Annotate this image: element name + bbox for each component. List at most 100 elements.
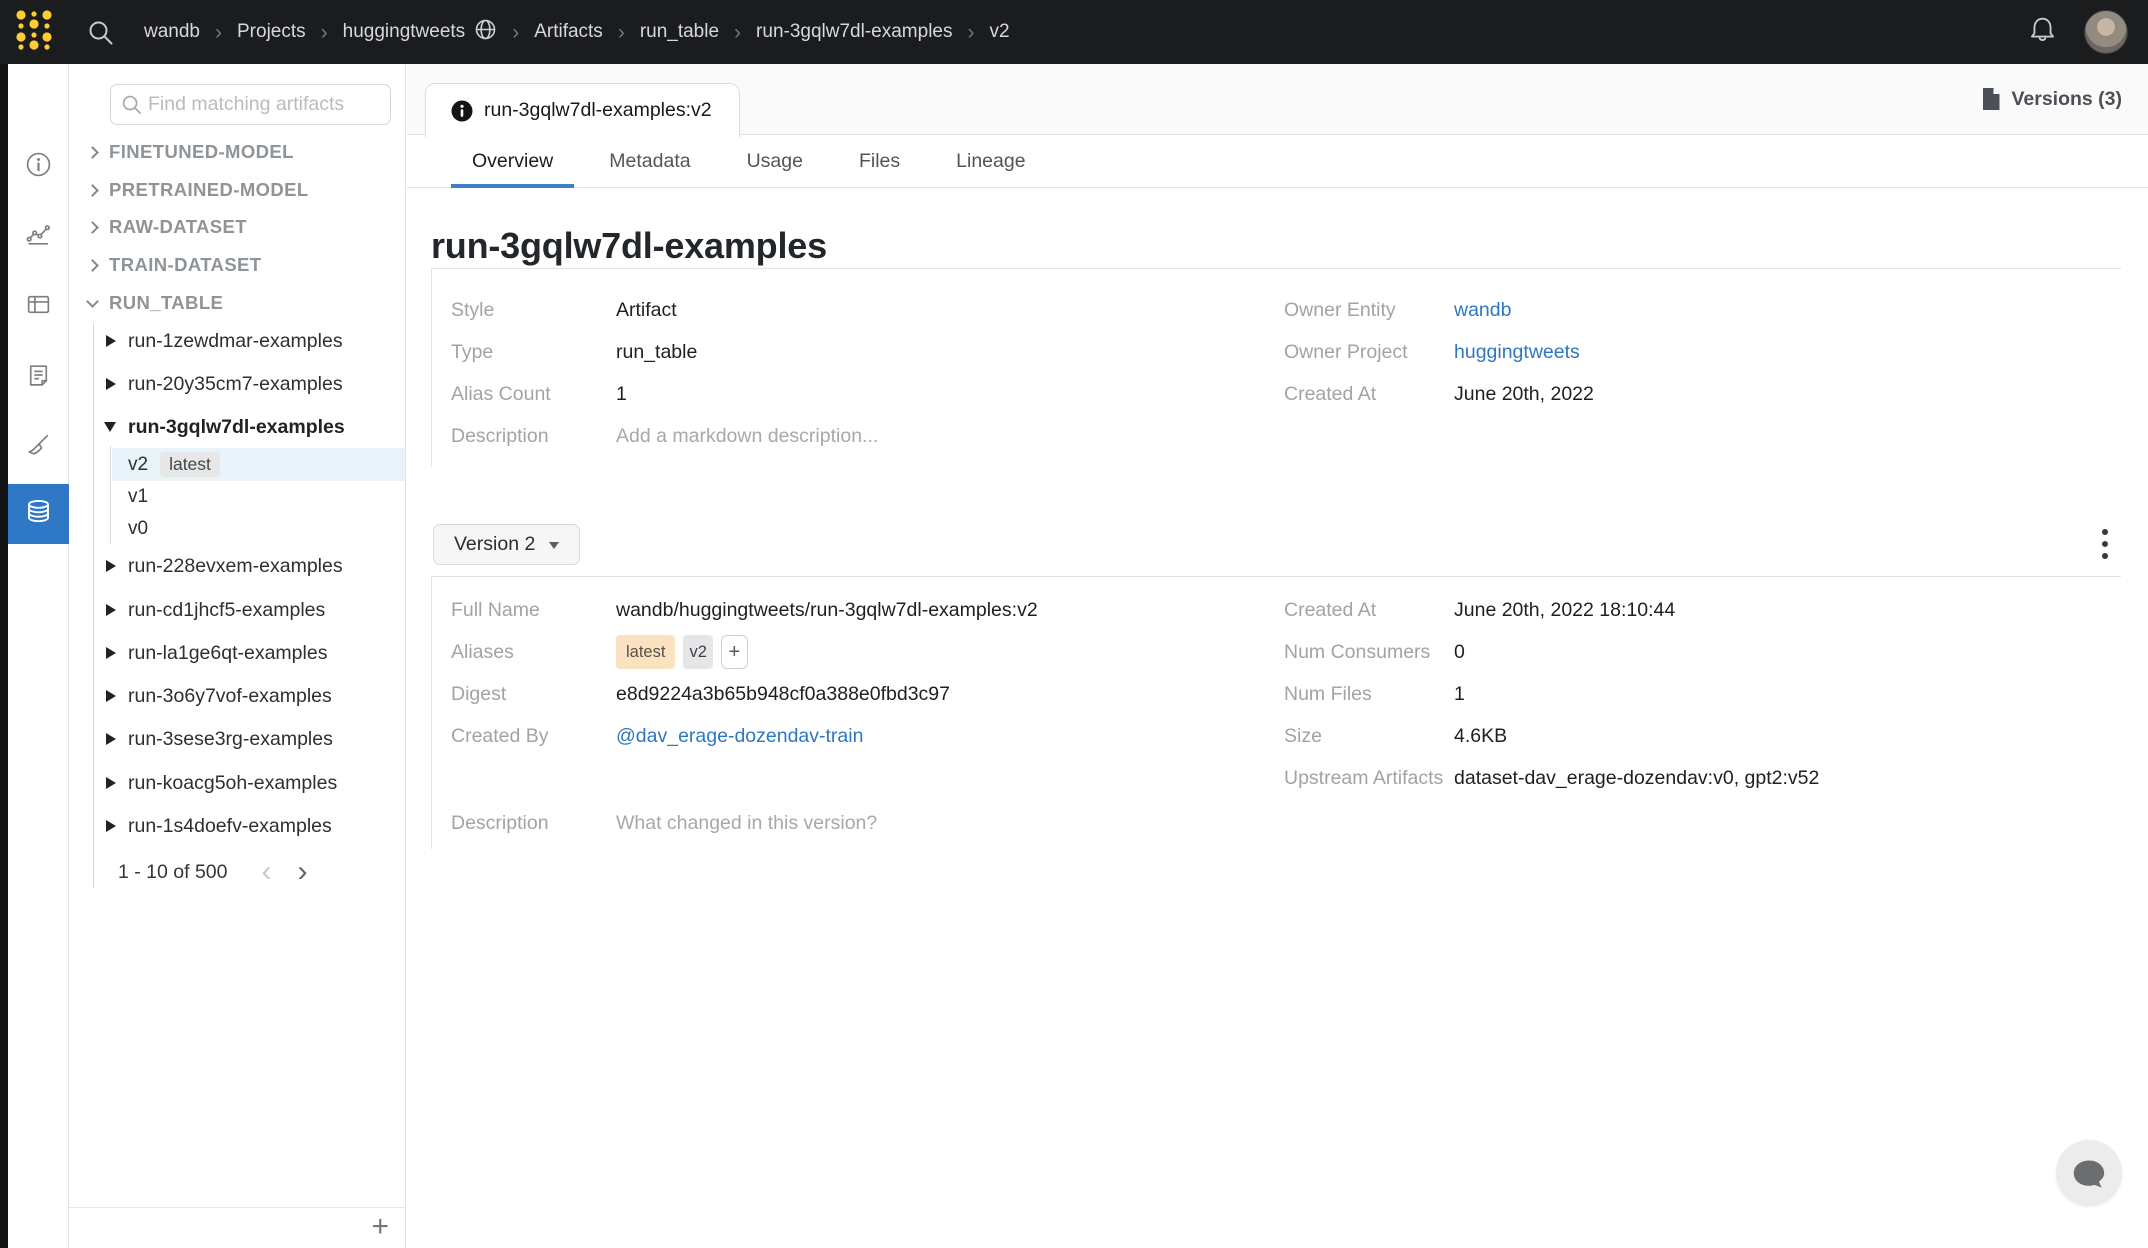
field-digest: Digest e8d9224a3b65b948cf0a388e0fbd3c97 [451, 673, 1284, 715]
sidebar-version-item-v1[interactable]: v1 [112, 481, 405, 513]
bell-icon[interactable] [2027, 14, 2058, 50]
search-icon [121, 94, 142, 115]
rail-item-charts[interactable] [8, 207, 69, 267]
wandb-logo-icon[interactable] [13, 7, 55, 58]
breadcrumb-item-entity[interactable]: wandb [144, 21, 200, 43]
field-label: Digest [451, 683, 616, 706]
breadcrumb-label: wandb [144, 21, 200, 43]
breadcrumb-item-version[interactable]: v2 [989, 21, 1009, 43]
rail-item-panels[interactable] [8, 277, 69, 337]
tab-files[interactable]: Files [838, 135, 921, 187]
chevron-right-icon [86, 146, 99, 159]
run-label: run-3gqlw7dl-examples [128, 416, 345, 439]
user-avatar[interactable] [2084, 10, 2128, 54]
rail-item-sweeps[interactable] [8, 417, 69, 477]
created-by-link[interactable]: @dav_erage-dozendav-train [616, 725, 863, 748]
chevron-down-icon [549, 542, 559, 549]
sidebar-category-raw-dataset[interactable]: RAW-DATASET [69, 210, 406, 244]
version-select-dropdown[interactable]: Version 2 [433, 524, 580, 565]
tab-overview[interactable]: Overview [451, 135, 574, 187]
artifact-search-box[interactable] [110, 84, 391, 125]
sweeps-icon [25, 431, 52, 463]
breadcrumb-item-artifact-name[interactable]: run-3gqlw7dl-examples [756, 21, 952, 43]
run-label: run-1zewdmar-examples [128, 330, 343, 353]
field-owner-entity: Owner Entity wandb [1284, 289, 2121, 331]
sidebar-run-item-expanded[interactable]: run-3gqlw7dl-examples [69, 409, 406, 445]
versions-button[interactable]: Versions (3) [1981, 87, 2122, 111]
version-selector-row: Version 2 [431, 524, 2121, 565]
run-label: run-3sese3rg-examples [128, 728, 333, 751]
chat-bubble-button[interactable] [2056, 1140, 2122, 1206]
add-artifact-button[interactable]: + [371, 1212, 389, 1242]
sidebar-run-item[interactable]: run-1s4doefv-examples [69, 808, 406, 844]
top-navbar: wandb › Projects › huggingtweets › Artif… [0, 0, 2148, 64]
tab-usage[interactable]: Usage [726, 135, 824, 187]
triangle-right-icon [106, 604, 116, 616]
artifact-tab-card[interactable]: run-3gqlw7dl-examples:v2 [425, 83, 740, 137]
tab-metadata[interactable]: Metadata [588, 135, 711, 187]
sidebar-version-item-v2[interactable]: v2 latest [112, 448, 405, 481]
run-label: run-3o6y7vof-examples [128, 685, 332, 708]
field-aliases: Aliases latest v2 + [451, 631, 1284, 673]
search-input[interactable] [148, 93, 380, 116]
run-label: run-228evxem-examples [128, 555, 343, 578]
sidebar-run-item[interactable]: run-3sese3rg-examples [69, 721, 406, 757]
field-version-created-at: Created At June 20th, 2022 18:10:44 [1284, 589, 2121, 631]
rail-item-artifacts[interactable] [8, 484, 69, 544]
artifact-sidebar: FINETUNED-MODEL PRETRAINED-MODEL RAW-DAT… [69, 64, 406, 1248]
field-value: wandb/huggingtweets/run-3gqlw7dl-example… [616, 599, 1038, 622]
window-edge-strip [0, 0, 8, 1248]
tab-label: Files [859, 150, 900, 173]
prev-page-button[interactable]: ‹ [262, 857, 272, 887]
sidebar-run-item[interactable]: run-cd1jhcf5-examples [69, 592, 406, 628]
chat-bubble-icon [2069, 1153, 2109, 1193]
sidebar-run-item[interactable]: run-la1ge6qt-examples [69, 635, 406, 671]
sidebar-run-item[interactable]: run-koacg5oh-examples [69, 765, 406, 801]
sidebar-run-item[interactable]: run-3o6y7vof-examples [69, 678, 406, 714]
version-description-placeholder[interactable]: What changed in this version? [616, 812, 877, 835]
run-label: run-koacg5oh-examples [128, 772, 337, 795]
chevron-down-icon [86, 295, 99, 308]
run-label: run-cd1jhcf5-examples [128, 599, 325, 622]
alias-tag-latest[interactable]: latest [616, 635, 675, 669]
description-placeholder[interactable]: Add a markdown description... [616, 425, 878, 448]
field-owner-project: Owner Project huggingtweets [1284, 331, 2121, 373]
breadcrumb-label: huggingtweets [343, 21, 466, 43]
sidebar-version-item-v0[interactable]: v0 [112, 513, 405, 545]
field-value: June 20th, 2022 [1454, 383, 1594, 406]
page-title: run-3gqlw7dl-examples [431, 224, 2121, 268]
version-label: v1 [128, 486, 148, 508]
breadcrumb-item-projects[interactable]: Projects [237, 21, 306, 43]
add-alias-button[interactable]: + [721, 635, 748, 669]
owner-entity-link[interactable]: wandb [1454, 299, 1511, 322]
breadcrumb-item-artifact-type[interactable]: run_table [640, 21, 719, 43]
artifact-tabs: Overview Metadata Usage Files Lineage [407, 135, 2148, 188]
info-icon [25, 151, 52, 183]
owner-project-link[interactable]: huggingtweets [1454, 341, 1580, 364]
field-type: Type run_table [451, 331, 1284, 373]
field-upstream-artifacts: Upstream Artifacts dataset-dav_erage-doz… [1284, 757, 2121, 799]
sidebar-run-item[interactable]: run-20y35cm7-examples [69, 366, 406, 402]
sidebar-category-finetuned-model[interactable]: FINETUNED-MODEL [69, 135, 406, 169]
next-page-button[interactable]: › [298, 857, 308, 887]
field-label: Type [451, 341, 616, 364]
breadcrumb-item-artifacts[interactable]: Artifacts [534, 21, 603, 43]
sidebar-category-train-dataset[interactable]: TRAIN-DATASET [69, 248, 406, 282]
kebab-menu[interactable] [2100, 527, 2110, 561]
sidebar-category-pretrained-model[interactable]: PRETRAINED-MODEL [69, 173, 406, 207]
panel-left-rule [431, 269, 432, 467]
sidebar-run-item[interactable]: run-228evxem-examples [69, 548, 406, 584]
breadcrumb-item-project[interactable]: huggingtweets [343, 18, 498, 47]
rail-item-overview[interactable] [8, 137, 69, 197]
alias-tag-v2[interactable]: v2 [683, 635, 712, 669]
tab-lineage[interactable]: Lineage [935, 135, 1046, 187]
field-label: Owner Project [1284, 341, 1454, 364]
field-num-consumers: Num Consumers 0 [1284, 631, 2121, 673]
tab-label: Overview [472, 150, 553, 173]
breadcrumb: wandb › Projects › huggingtweets › Artif… [144, 18, 1010, 47]
search-icon[interactable] [87, 19, 114, 46]
rail-item-reports[interactable] [8, 347, 69, 407]
sidebar-category-run-table[interactable]: RUN_TABLE [69, 286, 406, 320]
sidebar-run-item[interactable]: run-1zewdmar-examples [69, 323, 406, 359]
run-label: run-la1ge6qt-examples [128, 642, 327, 665]
